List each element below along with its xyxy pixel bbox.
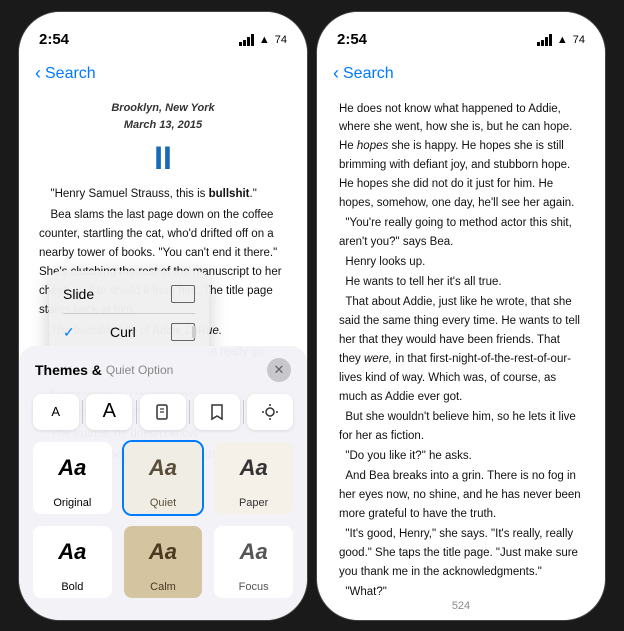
r-para-3: Henry looks up. xyxy=(339,253,583,272)
r-para-7: "Do you like it?" he asks. xyxy=(339,447,583,466)
separator-1 xyxy=(82,400,83,424)
status-icons-left: ▲ 74 xyxy=(239,34,287,46)
r-para-5: That about Addie, just like he wrote, th… xyxy=(339,293,583,407)
theme-bold-preview: Aa xyxy=(33,526,112,578)
theme-calm-label: Calm xyxy=(124,578,203,598)
themes-title: Themes & xyxy=(35,362,102,378)
back-arrow-icon: ‹ xyxy=(35,63,41,84)
theme-calm-preview: Aa xyxy=(124,526,203,578)
curl-icon xyxy=(171,323,195,341)
font-style-button[interactable] xyxy=(140,394,186,430)
theme-quiet-preview: Aa xyxy=(124,442,203,494)
r-para-4: He wants to tell her it's all true. xyxy=(339,273,583,292)
back-button-left[interactable]: ‹ Search xyxy=(35,63,96,84)
font-increase-button[interactable]: A xyxy=(86,394,132,430)
r-para-1: He does not know what happened to Addie,… xyxy=(339,100,583,214)
time-right: 2:54 xyxy=(337,31,367,48)
para-1: "Henry Samuel Strauss, this is bullshit.… xyxy=(39,185,287,204)
separator-4 xyxy=(243,400,244,424)
separator-3 xyxy=(189,400,190,424)
theme-calm[interactable]: Aa Calm xyxy=(122,524,205,600)
back-arrow-icon-right: ‹ xyxy=(333,63,339,84)
themes-overlay: Themes & Quiet Option ✕ A A xyxy=(19,346,307,620)
left-phone: 2:54 ▲ 74 ‹ Search Brooklyn, New York Ma… xyxy=(18,11,308,621)
theme-paper[interactable]: Aa Paper xyxy=(212,440,295,516)
separator-2 xyxy=(136,400,137,424)
back-button-right[interactable]: ‹ Search xyxy=(333,63,394,84)
theme-original[interactable]: Aa Original xyxy=(31,440,114,516)
book-header: Brooklyn, New York March 13, 2015 II xyxy=(39,100,287,178)
theme-paper-label: Paper xyxy=(214,494,293,514)
transition-slide[interactable]: Slide xyxy=(49,275,209,313)
back-label-left: Search xyxy=(45,65,96,83)
theme-quiet-label: Quiet xyxy=(124,494,203,514)
back-label-right: Search xyxy=(343,65,394,83)
themes-panel: Themes & Quiet Option ✕ A A xyxy=(19,346,307,620)
theme-focus-preview: Aa xyxy=(214,526,293,578)
doc-icon xyxy=(154,403,172,421)
nav-bar-left: ‹ Search xyxy=(19,56,307,92)
slide-icon xyxy=(171,285,195,303)
r-para-2: "You're really going to method actor thi… xyxy=(339,214,583,252)
theme-bold[interactable]: Aa Bold xyxy=(31,524,114,600)
theme-grid: Aa Original Aa Quiet Aa Paper Aa Bold Aa xyxy=(19,440,307,600)
right-phone: 2:54 ▲ 74 ‹ Search He does not know what… xyxy=(316,11,606,621)
wifi-icon-right: ▲ xyxy=(557,34,568,46)
close-themes-button[interactable]: ✕ xyxy=(267,358,291,382)
themes-title-row: Themes & Quiet Option xyxy=(35,362,173,378)
theme-original-preview: Aa xyxy=(33,442,112,494)
theme-bold-label: Bold xyxy=(33,578,112,598)
font-controls: A A xyxy=(19,390,307,434)
book-content-right: He does not know what happened to Addie,… xyxy=(317,92,605,596)
theme-original-label: Original xyxy=(33,494,112,514)
check-icon: ✓ xyxy=(63,324,75,341)
themes-subtitle: Quiet Option xyxy=(106,363,173,377)
status-bar-right: 2:54 ▲ 74 xyxy=(317,12,605,56)
theme-focus-label: Focus xyxy=(214,578,293,598)
time-left: 2:54 xyxy=(39,31,69,48)
font-decrease-button[interactable]: A xyxy=(33,394,79,430)
theme-focus[interactable]: Aa Focus xyxy=(212,524,295,600)
book-location: Brooklyn, New York xyxy=(39,100,287,118)
brightness-button[interactable] xyxy=(247,394,293,430)
status-bar-left: 2:54 ▲ 74 xyxy=(19,12,307,56)
r-para-6: But she wouldn't believe him, so he lets… xyxy=(339,408,583,446)
r-para-8: And Bea breaks into a grin. There is no … xyxy=(339,467,583,524)
battery-icon-right: 74 xyxy=(573,34,585,46)
battery-icon: 74 xyxy=(275,34,287,46)
theme-paper-preview: Aa xyxy=(214,442,293,494)
wifi-icon: ▲ xyxy=(259,34,270,46)
transition-slide-label: Slide xyxy=(63,286,94,302)
book-date: March 13, 2015 xyxy=(39,117,287,135)
status-icons-right: ▲ 74 xyxy=(537,34,585,46)
transition-curl-label: Curl xyxy=(110,324,136,340)
bookmark-button[interactable] xyxy=(194,394,240,430)
page-number: 524 xyxy=(317,596,605,620)
theme-quiet[interactable]: Aa Quiet xyxy=(122,440,205,516)
themes-header: Themes & Quiet Option ✕ xyxy=(19,358,307,390)
brightness-icon xyxy=(261,403,279,421)
signal-icon-right xyxy=(537,34,552,46)
r-para-10: "What?" xyxy=(339,583,583,596)
nav-bar-right: ‹ Search xyxy=(317,56,605,92)
signal-icon xyxy=(239,34,254,46)
r-para-9: "It's good, Henry," she says. "It's real… xyxy=(339,525,583,582)
chapter-number: II xyxy=(39,139,287,177)
bookmark-icon xyxy=(209,403,225,421)
